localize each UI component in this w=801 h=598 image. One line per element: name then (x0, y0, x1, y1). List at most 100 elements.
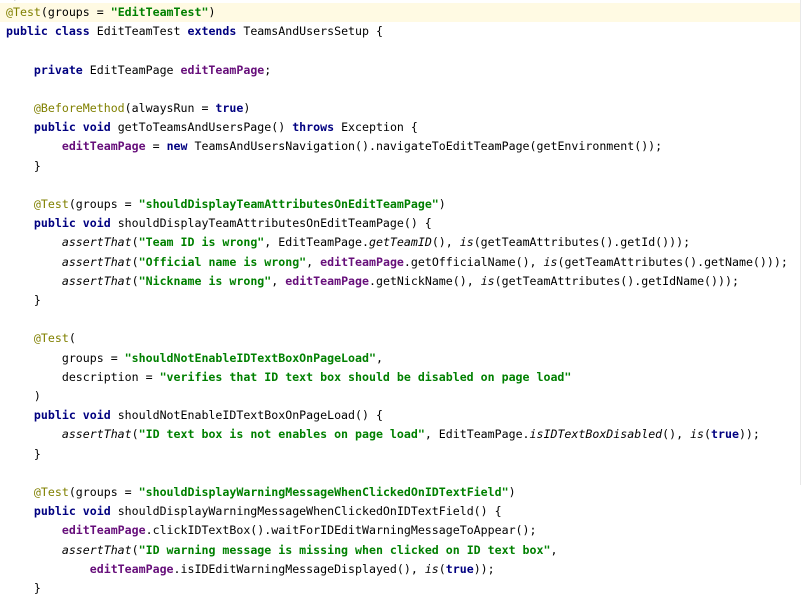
code-token: assertThat (61, 273, 132, 288)
code-token: throws (292, 120, 342, 135)
code-token: ) (508, 485, 516, 499)
code-token: ) (243, 101, 251, 115)
code-line[interactable]: assertThat("Team ID is wrong", EditTeamP… (0, 233, 690, 252)
code-token: EditTeamTest (96, 24, 188, 39)
fold-marker (0, 0, 20, 1)
code-line[interactable] (0, 176, 6, 195)
code-token: "Official name is wrong" (138, 254, 307, 269)
code-editor[interactable]: @Test(groups = "EditTeamTest") public cla… (0, 0, 801, 595)
code-token: , (306, 254, 321, 269)
code-line[interactable] (0, 464, 6, 483)
code-token: TeamsAndUsersNavigation().navigateToEdit… (194, 139, 663, 154)
code-line[interactable]: assertThat("ID text box is not enables o… (0, 425, 760, 444)
code-line[interactable]: @BeforeMethod(alwaysRun = true) (0, 99, 250, 118)
code-line[interactable]: public class EditTeamTest extends TeamsA… (0, 22, 383, 41)
code-line[interactable]: assertThat("Official name is wrong", edi… (0, 253, 788, 272)
code-token: is (543, 254, 558, 269)
code-line[interactable]: editTeamPage = new TeamsAndUsersNavigati… (0, 137, 662, 156)
code-token: .isIDEditWarningMessageDisplayed(), (173, 561, 425, 576)
code-token: shouldDisplayWarningMessageWhenClickedOn… (117, 504, 502, 519)
code-token: public void (33, 504, 118, 519)
code-token: assertThat (61, 254, 132, 269)
code-token: .getOfficialName(), (403, 254, 544, 269)
code-token: "Team ID is wrong" (138, 235, 265, 250)
code-token: shouldNotEnableIDTextBoxOnPageLoad() { (117, 408, 383, 423)
code-token: editTeamPage (285, 273, 369, 288)
code-line[interactable]: public void shouldDisplayWarningMessageW… (0, 502, 502, 521)
code-token: isIDTextBoxDisabled (529, 427, 663, 442)
code-token: assertThat (61, 542, 132, 557)
code-line[interactable]: private EditTeamPage editTeamPage; (0, 61, 271, 80)
code-token: (groups = (68, 485, 139, 499)
code-line[interactable]: } (0, 157, 41, 176)
code-token: @Test (33, 197, 69, 211)
code-token: "Nickname is wrong" (138, 273, 272, 288)
code-token: (getTeamAttributes().getIdName())); (494, 273, 739, 288)
code-token: (), (431, 235, 460, 250)
code-line[interactable]: @Test( (0, 329, 76, 348)
code-token: )); (473, 561, 495, 576)
code-token: } (6, 293, 41, 307)
code-line[interactable] (0, 310, 6, 329)
code-token: editTeamPage (61, 139, 146, 154)
code-line[interactable]: editTeamPage.isIDEditWarningMessageDispl… (0, 560, 495, 579)
code-line[interactable]: public void getToTeamsAndUsersPage() thr… (0, 118, 418, 137)
code-token: @Test (33, 331, 69, 346)
code-line[interactable] (0, 41, 6, 60)
code-line[interactable]: groups = "shouldNotEnableIDTextBoxOnPage… (0, 349, 383, 368)
code-line[interactable]: description = "verifies that ID text box… (0, 368, 572, 387)
code-token: is (480, 273, 495, 288)
code-token: (getTeamAttributes().getName())); (557, 254, 788, 269)
code-line[interactable]: } (0, 291, 41, 310)
code-token: assertThat (61, 427, 132, 442)
code-token: public class (6, 24, 97, 39)
code-token: private (33, 62, 90, 77)
code-line[interactable]: } (0, 579, 41, 598)
code-token: public void (33, 216, 118, 231)
code-token: , (550, 542, 558, 557)
code-token: "shouldDisplayWarningMessageWhenClickedO… (138, 485, 509, 499)
code-line[interactable]: public void shouldDisplayTeamAttributesO… (0, 214, 432, 233)
code-token: ; (264, 62, 272, 77)
code-line[interactable]: @Test(groups = "EditTeamTest") (0, 3, 801, 22)
code-line[interactable]: ) (0, 387, 41, 406)
code-token: "shouldDisplayTeamAttributesOnEditTeamPa… (138, 197, 439, 211)
code-token: "ID warning message is missing when clic… (138, 542, 551, 557)
code-line[interactable]: } (0, 445, 41, 464)
code-line[interactable]: @Test(groups = "shouldDisplayTeamAttribu… (0, 195, 446, 214)
code-token: , EditTeamPage. (264, 235, 369, 250)
code-token: "ID text box is not enables on page load… (138, 427, 425, 442)
code-token: , EditTeamPage. (424, 427, 530, 442)
code-line[interactable] (0, 80, 6, 99)
code-line[interactable]: editTeamPage.clickIDTextBox().waitForIDE… (0, 521, 537, 540)
code-token: @BeforeMethod (33, 101, 125, 115)
code-token: is (459, 235, 474, 250)
code-token: ( (131, 427, 139, 442)
code-token: (groups = (40, 5, 111, 19)
code-token: } (6, 446, 41, 461)
code-token: (alwaysRun = (124, 101, 216, 115)
code-token: .getNickName(), (369, 273, 481, 288)
code-token: assertThat (61, 235, 132, 250)
code-token: (getTeamAttributes().getId())); (473, 235, 691, 250)
code-token: true (445, 561, 474, 576)
code-token: TeamsAndUsersSetup { (243, 24, 383, 39)
code-line[interactable]: @Test(groups = "shouldDisplayWarningMess… (0, 483, 516, 502)
code-token: ( (131, 273, 139, 288)
code-token: } (6, 158, 41, 173)
code-token: ( (704, 427, 712, 442)
code-line[interactable]: assertThat("Nickname is wrong", editTeam… (0, 272, 739, 291)
code-token: editTeamPage (61, 523, 146, 538)
code-line[interactable]: public void shouldNotEnableIDTextBoxOnPa… (0, 406, 383, 425)
code-line[interactable]: assertThat("ID warning message is missin… (0, 541, 558, 560)
